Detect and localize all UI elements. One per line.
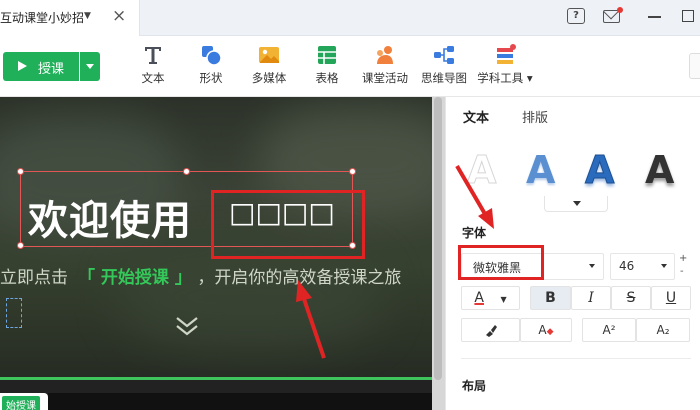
annotation-arrows — [296, 164, 494, 359]
arrow-head — [296, 280, 312, 302]
arrow-head — [478, 208, 494, 229]
